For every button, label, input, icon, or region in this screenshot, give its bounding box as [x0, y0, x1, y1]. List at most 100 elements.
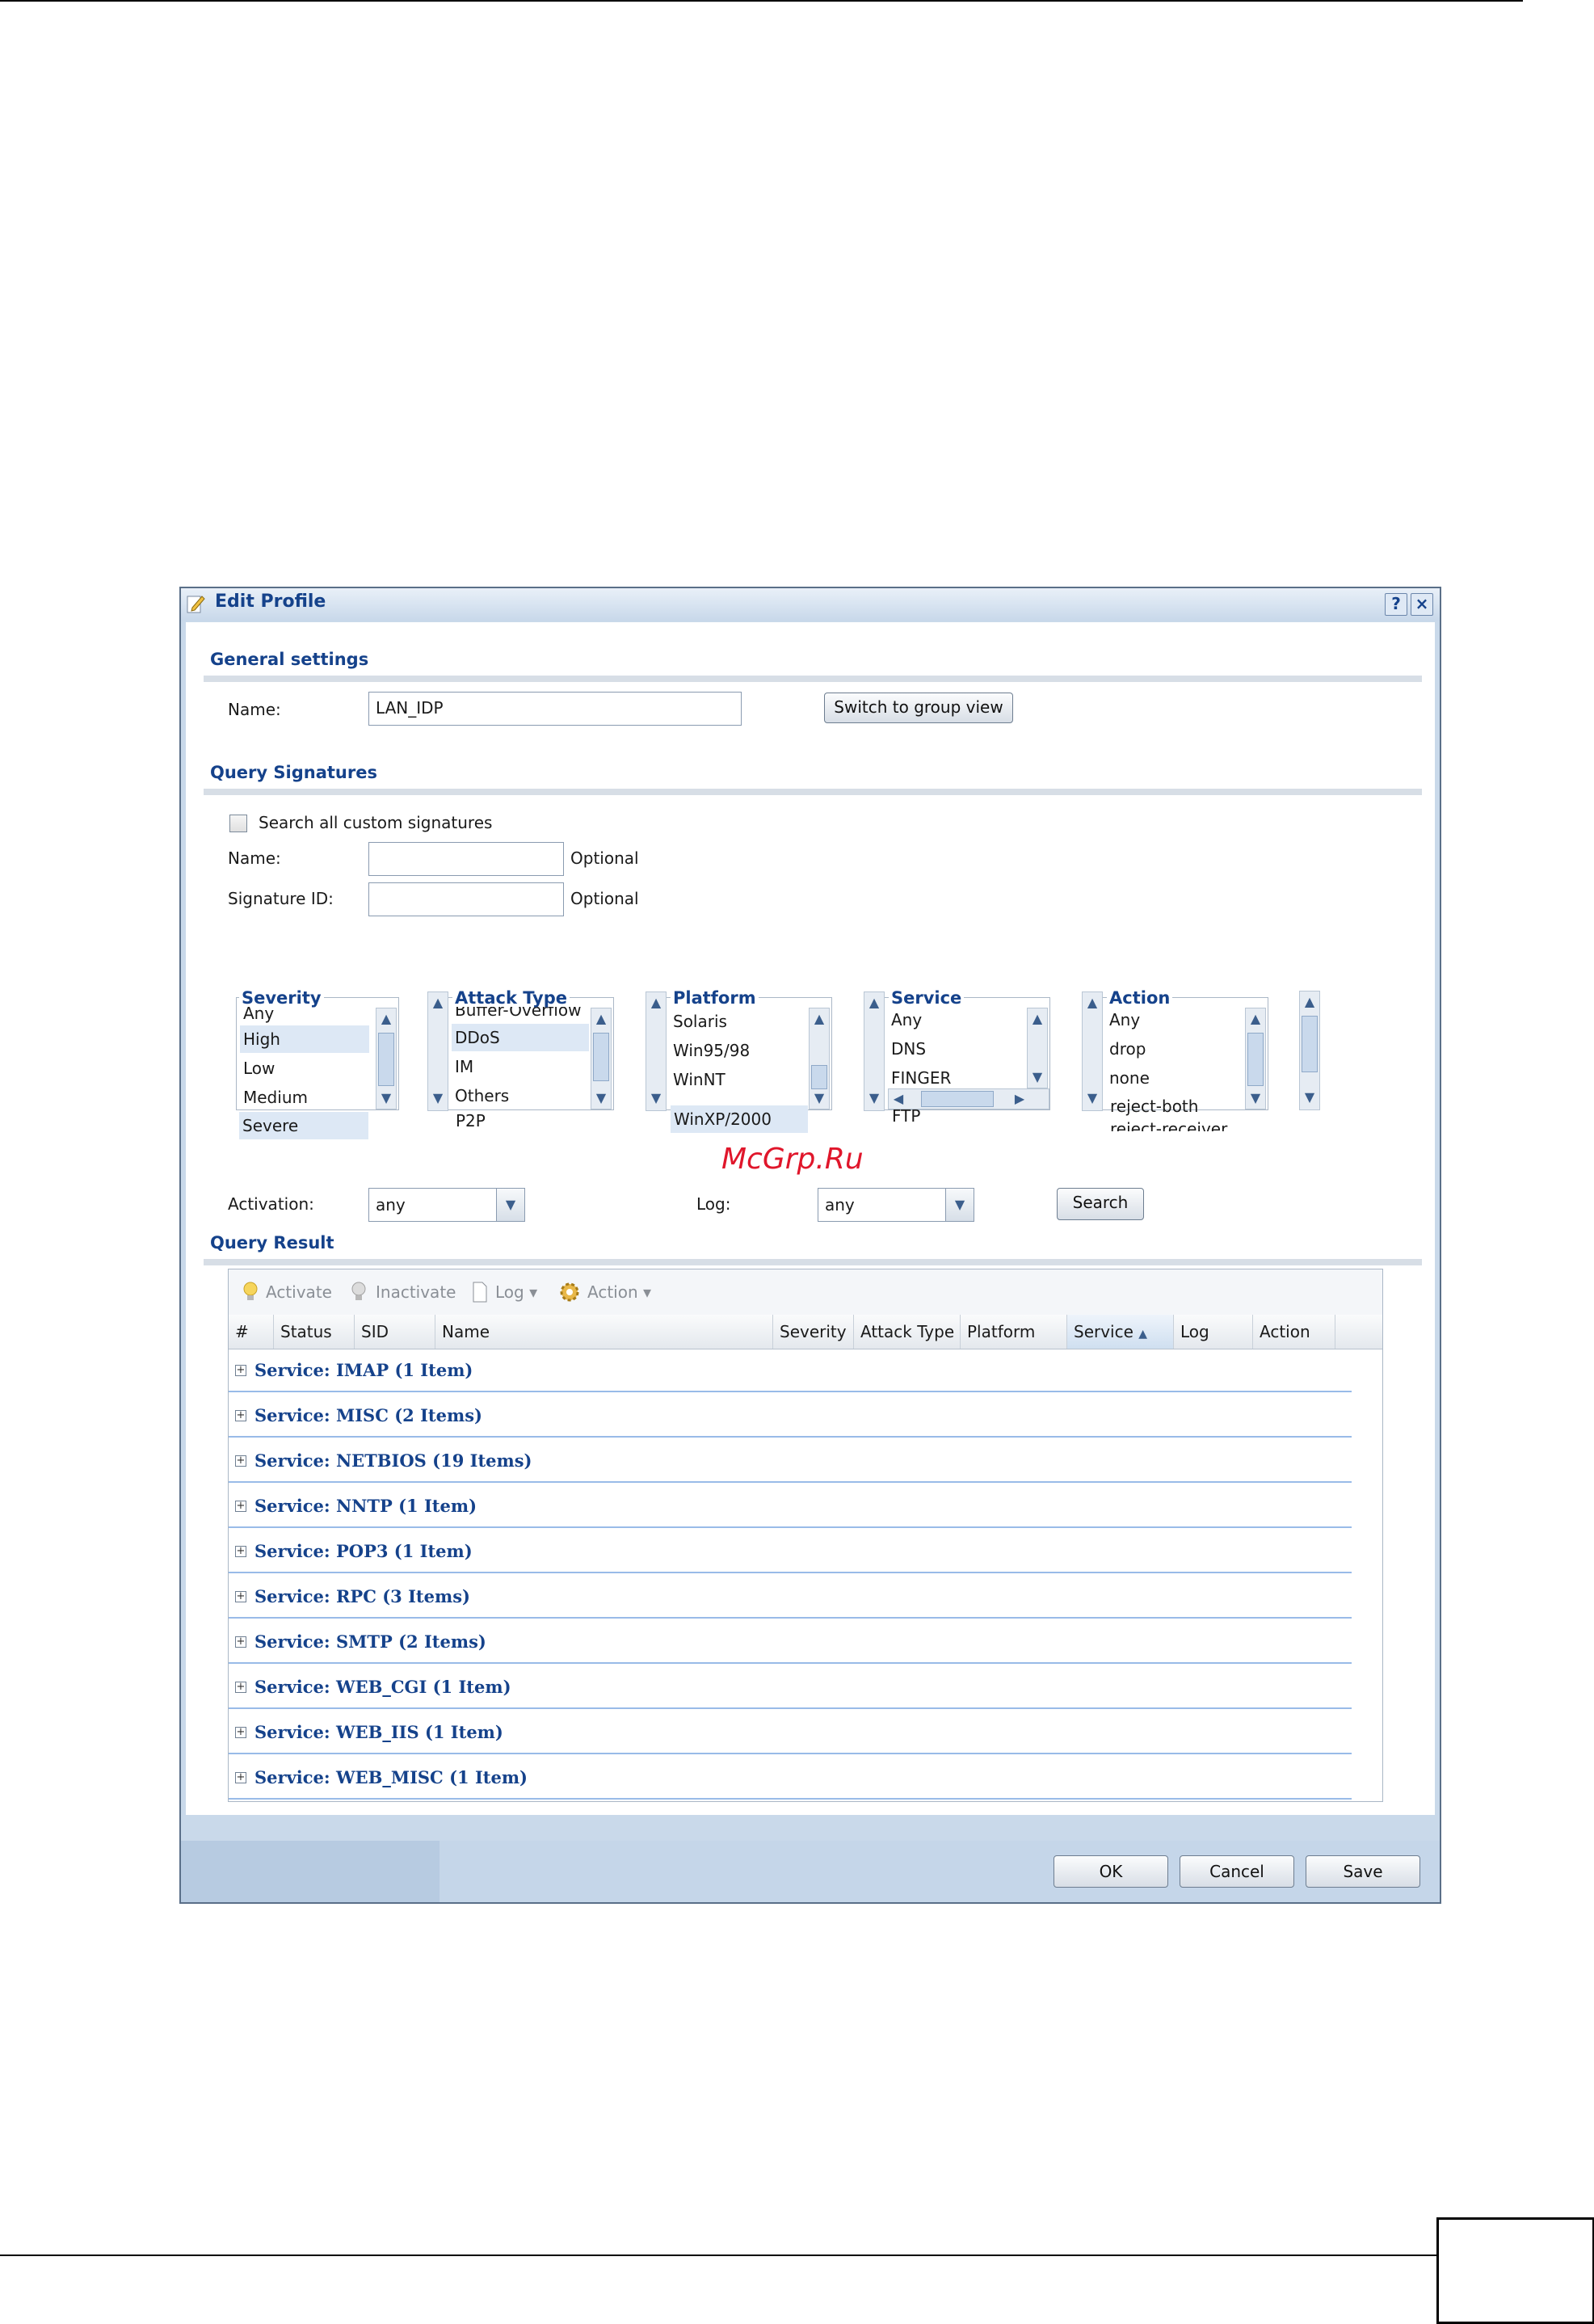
action-option[interactable]: reject-receiver	[1107, 1120, 1244, 1131]
expand-plus-icon[interactable]: +	[235, 1546, 246, 1557]
switch-to-group-view-button[interactable]: Switch to group view	[824, 693, 1013, 723]
column-service[interactable]: Service ▲	[1067, 1315, 1174, 1349]
platform-option[interactable]: WinXP/2000	[671, 1105, 808, 1133]
scroll-down-icon[interactable]: ▼	[864, 1089, 884, 1107]
column-number[interactable]: #	[229, 1315, 274, 1349]
save-button[interactable]: Save	[1306, 1855, 1420, 1888]
service-list[interactable]: ▲ ▼ Any DNS FINGER ▲ ▼ ◀ ▶	[864, 991, 1050, 1111]
expand-plus-icon[interactable]: +	[235, 1501, 246, 1512]
scroll-down-icon[interactable]: ▼	[646, 1089, 666, 1107]
scroll-left-icon[interactable]: ◀	[889, 1090, 908, 1108]
group-row[interactable]: + Service: POP3 (1 Item)	[229, 1530, 1352, 1573]
scroll-thumb[interactable]	[811, 1065, 827, 1089]
group-row[interactable]: + Service: RPC (3 Items)	[229, 1575, 1352, 1619]
query-name-input[interactable]	[368, 842, 564, 876]
attack-type-option[interactable]: P2P	[452, 1112, 566, 1130]
severity-list[interactable]: Any High Low Medium ▲ ▼	[236, 997, 399, 1110]
scroll-thumb[interactable]	[921, 1091, 994, 1107]
group-row[interactable]: + Service: IMAP (1 Item)	[229, 1349, 1352, 1392]
expand-plus-icon[interactable]: +	[235, 1682, 246, 1693]
help-button[interactable]: ?	[1385, 593, 1407, 616]
column-action[interactable]: Action	[1253, 1315, 1335, 1349]
scroll-up-icon[interactable]: ▲	[1246, 1010, 1265, 1028]
expand-plus-icon[interactable]: +	[235, 1365, 246, 1376]
severity-option[interactable]: Low	[240, 1055, 369, 1082]
search-button[interactable]: Search	[1057, 1188, 1144, 1220]
column-log[interactable]: Log	[1174, 1315, 1253, 1349]
platform-option[interactable]: WinNT	[670, 1066, 799, 1093]
expand-plus-icon[interactable]: +	[235, 1727, 246, 1738]
scroll-up-icon[interactable]: ▲	[376, 1010, 396, 1028]
scroll-up-icon[interactable]: ▲	[591, 1010, 611, 1028]
platform-scrollbar[interactable]: ▲ ▼	[809, 1008, 830, 1109]
column-sid[interactable]: SID	[355, 1315, 435, 1349]
group-row[interactable]: + Service: WEB_CGI (1 Item)	[229, 1665, 1352, 1709]
column-name[interactable]: Name	[435, 1315, 773, 1349]
close-button[interactable]: ×	[1411, 593, 1433, 616]
scroll-thumb[interactable]	[1247, 1033, 1264, 1086]
scroll-up-icon[interactable]: ▲	[1028, 1010, 1047, 1028]
action-option[interactable]: none	[1106, 1064, 1235, 1092]
activate-button[interactable]: Activate	[266, 1269, 332, 1315]
ok-button[interactable]: OK	[1054, 1855, 1168, 1888]
group-row[interactable]: + Service: NNTP (1 Item)	[229, 1484, 1352, 1528]
scroll-down-icon[interactable]: ▼	[1300, 1088, 1319, 1106]
platform-option[interactable]: Win95/98	[670, 1037, 799, 1064]
signature-id-input[interactable]	[368, 882, 564, 916]
scroll-down-icon[interactable]: ▼	[591, 1089, 611, 1107]
attack-type-option[interactable]: DDoS	[452, 1024, 589, 1051]
severity-option[interactable]: Medium	[240, 1084, 369, 1111]
attack-type-left-scrollbar[interactable]: ▲ ▼	[427, 991, 448, 1111]
scroll-up-icon[interactable]: ▲	[1300, 993, 1319, 1011]
attack-type-option[interactable]: IM	[452, 1053, 589, 1080]
scroll-right-icon[interactable]: ▶	[1010, 1090, 1029, 1108]
scroll-up-icon[interactable]: ▲	[1083, 994, 1102, 1012]
scroll-down-icon[interactable]: ▼	[1246, 1089, 1265, 1107]
group-row[interactable]: + Service: NETBIOS (19 Items)	[229, 1439, 1352, 1483]
service-option[interactable]: FINGER	[888, 1064, 1017, 1092]
column-attack-type[interactable]: Attack Type	[854, 1315, 961, 1349]
column-platform[interactable]: Platform	[961, 1315, 1067, 1349]
expand-plus-icon[interactable]: +	[235, 1636, 246, 1648]
scroll-down-icon[interactable]: ▼	[376, 1089, 396, 1107]
activation-select[interactable]: any ▼	[368, 1188, 525, 1222]
group-row[interactable]: + Service: MISC (2 Items)	[229, 1394, 1352, 1438]
log-menu-button[interactable]: Log ▾	[495, 1269, 537, 1315]
column-status[interactable]: Status	[274, 1315, 355, 1349]
expand-plus-icon[interactable]: +	[235, 1591, 246, 1602]
scroll-down-icon[interactable]: ▼	[810, 1089, 829, 1107]
group-row[interactable]: + Service: WEB_IIS (1 Item)	[229, 1711, 1352, 1754]
action-scrollbar[interactable]: ▲ ▼	[1245, 1008, 1266, 1109]
platform-left-scrollbar[interactable]: ▲ ▼	[646, 991, 667, 1111]
service-left-scrollbar[interactable]: ▲ ▼	[864, 991, 885, 1111]
scroll-down-icon[interactable]: ▼	[1083, 1089, 1102, 1107]
expand-plus-icon[interactable]: +	[235, 1772, 246, 1783]
scroll-up-icon[interactable]: ▲	[646, 994, 666, 1012]
attack-type-option[interactable]: Others	[452, 1082, 589, 1109]
group-row[interactable]: + Service: SMTP (2 Items)	[229, 1620, 1352, 1664]
service-option[interactable]: DNS	[888, 1035, 1017, 1063]
action-left-scrollbar[interactable]: ▲ ▼	[1082, 991, 1103, 1111]
group-row[interactable]: + Service: WEB_MISC (1 Item)	[229, 1756, 1352, 1800]
expand-plus-icon[interactable]: +	[235, 1455, 246, 1467]
column-severity[interactable]: Severity	[773, 1315, 854, 1349]
action-option[interactable]: reject-both	[1107, 1093, 1244, 1120]
service-option[interactable]: Any	[888, 1006, 1017, 1034]
attack-type-scrollbar[interactable]: ▲ ▼	[591, 1008, 612, 1109]
attack-type-list[interactable]: ▲ ▼ Buffer-Overflow DDoS IM Others ▲ ▼	[427, 991, 614, 1111]
scroll-down-icon[interactable]: ▼	[1028, 1068, 1047, 1086]
extra-list-scrollbar[interactable]: ▲ ▼	[1299, 991, 1320, 1110]
severity-scrollbar[interactable]: ▲ ▼	[376, 1008, 397, 1109]
expand-plus-icon[interactable]: +	[235, 1410, 246, 1421]
severity-option[interactable]: Severe	[239, 1112, 368, 1139]
cancel-button[interactable]: Cancel	[1180, 1855, 1294, 1888]
chevron-down-icon[interactable]: ▼	[945, 1189, 974, 1221]
scroll-up-icon[interactable]: ▲	[810, 1010, 829, 1028]
scroll-thumb[interactable]	[378, 1033, 394, 1086]
platform-option[interactable]: Solaris	[670, 1008, 799, 1035]
service-scrollbar[interactable]: ▲ ▼	[1027, 1008, 1048, 1088]
platform-list[interactable]: ▲ ▼ SGI Solaris Win95/98 WinNT ▲ ▼	[646, 990, 832, 1111]
scroll-down-icon[interactable]: ▼	[428, 1089, 448, 1107]
search-all-custom-checkbox[interactable]	[229, 815, 247, 832]
scroll-up-icon[interactable]: ▲	[864, 994, 884, 1012]
